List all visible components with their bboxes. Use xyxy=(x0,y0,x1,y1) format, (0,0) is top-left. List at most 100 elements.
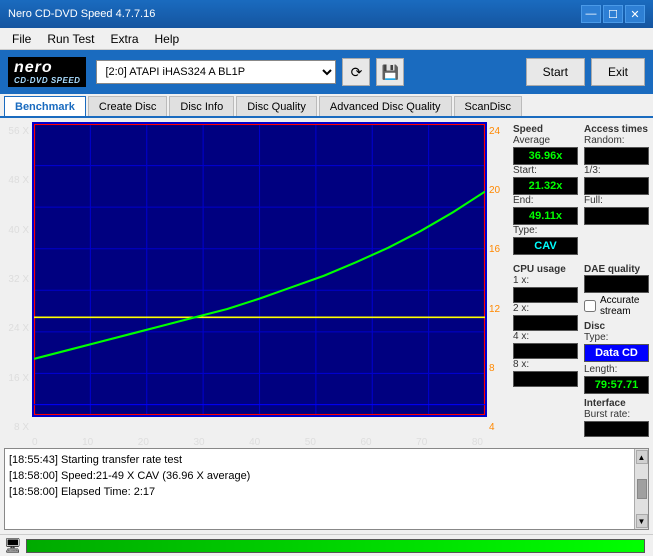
tab-scan-disc[interactable]: ScanDisc xyxy=(454,96,522,116)
speed-title: Speed xyxy=(513,124,578,135)
save-button[interactable]: 💾 xyxy=(376,58,404,86)
accurate-stream-checkbox[interactable] xyxy=(584,300,596,312)
access-full-label: Full: xyxy=(584,195,649,206)
speed-start-value: 21.32x xyxy=(513,177,578,195)
title-bar: Nero CD-DVD Speed 4.7.7.16 — ☐ ✕ xyxy=(0,0,653,28)
x-label-40: 40 xyxy=(249,437,260,448)
dae-title: DAE quality xyxy=(584,264,649,275)
toolbar: nero CD·DVD SPEED [2:0] ATAPI iHAS324 A … xyxy=(0,50,653,94)
drive-selector[interactable]: [2:0] ATAPI iHAS324 A BL1P xyxy=(96,60,336,84)
progress-bar-fill xyxy=(27,540,644,552)
x-label-80: 80 xyxy=(472,437,483,448)
speed-average-value: 36.96x xyxy=(513,147,578,165)
speed-type-label: Type: xyxy=(513,225,578,236)
scroll-thumb[interactable] xyxy=(637,479,647,499)
log-line-3: [18:58:00] Elapsed Time: 2:17 xyxy=(9,484,630,500)
accurate-stream-row: Accurate stream xyxy=(584,295,649,317)
speed-average-label: Average xyxy=(513,135,578,146)
tab-disc-quality[interactable]: Disc Quality xyxy=(236,96,317,116)
y-right-24: 24 xyxy=(487,126,505,137)
nero-logo-text: nero xyxy=(14,59,80,77)
disc-type-label: Type: xyxy=(584,332,649,343)
right-panel: Speed Average 36.96x Start: 21.32x End: … xyxy=(509,118,653,448)
cpu-4x-value xyxy=(513,343,578,359)
y-label-48: 48 X xyxy=(4,175,32,186)
cpu-2x-value xyxy=(513,315,578,331)
disc-length-label: Length: xyxy=(584,364,649,375)
y-right-8: 8 xyxy=(487,363,505,374)
access-random-value xyxy=(584,147,649,165)
x-label-70: 70 xyxy=(416,437,427,448)
status-icon: 🖥 xyxy=(4,537,22,554)
cpu-8x-label: 8 x: xyxy=(513,359,578,370)
tab-benchmark[interactable]: Benchmark xyxy=(4,96,86,116)
access-times-group: Access times Random: 1/3: Full: xyxy=(584,122,649,255)
log-content: [18:55:43] Starting transfer rate test [… xyxy=(5,449,634,529)
speed-end-value: 49.11x xyxy=(513,207,578,225)
y-right-4: 4 xyxy=(487,422,505,433)
x-label-30: 30 xyxy=(193,437,204,448)
chart-section: 56 X 48 X 40 X 32 X 24 X 16 X 8 X xyxy=(0,118,509,448)
chart-svg xyxy=(34,124,485,415)
y-right-20: 20 xyxy=(487,185,505,196)
scroll-up-arrow[interactable]: ▲ xyxy=(636,450,648,464)
nero-logo: nero CD·DVD SPEED xyxy=(8,57,86,88)
y-label-32: 32 X xyxy=(4,274,32,285)
minimize-button[interactable]: — xyxy=(581,5,601,23)
access-full-value xyxy=(584,207,649,225)
y-label-56: 56 X xyxy=(4,126,32,137)
scroll-down-arrow[interactable]: ▼ xyxy=(636,514,648,528)
log-scrollbar[interactable]: ▲ ▼ xyxy=(634,449,648,529)
log-line-2: [18:58:00] Speed:21-49 X CAV (36.96 X av… xyxy=(9,468,630,484)
speed-group: Speed Average 36.96x Start: 21.32x End: … xyxy=(513,122,578,255)
title-text: Nero CD-DVD Speed 4.7.7.16 xyxy=(8,8,155,20)
cpu-8x-value xyxy=(513,371,578,387)
y-label-16: 16 X xyxy=(4,373,32,384)
chart-with-labels: 56 X 48 X 40 X 32 X 24 X 16 X 8 X xyxy=(4,122,509,435)
y-label-8: 8 X xyxy=(4,422,32,433)
status-bar: 🖥 xyxy=(0,534,653,556)
menu-help[interactable]: Help xyxy=(147,30,188,48)
tab-disc-info[interactable]: Disc Info xyxy=(169,96,234,116)
y-label-40: 40 X xyxy=(4,225,32,236)
cpu-1x-value xyxy=(513,287,578,303)
x-label-0: 0 xyxy=(32,437,38,448)
disc-type-value: Data CD xyxy=(584,344,649,362)
disc-length-value: 79:57.71 xyxy=(584,376,649,394)
progress-bar-container xyxy=(26,539,645,553)
menu-run-test[interactable]: Run Test xyxy=(39,30,102,48)
cpu-dae-row: CPU usage 1 x: 2 x: 4 x: 8 x: DAE qualit… xyxy=(513,262,649,437)
menu-bar: File Run Test Extra Help xyxy=(0,28,653,50)
access-times-title: Access times xyxy=(584,124,649,135)
speed-end-label: End: xyxy=(513,195,578,206)
refresh-button[interactable]: ⟳ xyxy=(342,58,370,86)
window-controls: — ☐ ✕ xyxy=(581,5,645,23)
access-third-label: 1/3: xyxy=(584,165,649,176)
main-content: 56 X 48 X 40 X 32 X 24 X 16 X 8 X xyxy=(0,118,653,448)
cpu-2x-label: 2 x: xyxy=(513,303,578,314)
y-label-24: 24 X xyxy=(4,323,32,334)
maximize-button[interactable]: ☐ xyxy=(603,5,623,23)
y-right-16: 16 xyxy=(487,244,505,255)
exit-button[interactable]: Exit xyxy=(591,58,645,86)
x-label-20: 20 xyxy=(138,437,149,448)
menu-file[interactable]: File xyxy=(4,30,39,48)
dae-value xyxy=(584,275,649,293)
close-button[interactable]: ✕ xyxy=(625,5,645,23)
speed-type-value: CAV xyxy=(513,237,578,255)
y-right-12: 12 xyxy=(487,304,505,315)
menu-extra[interactable]: Extra xyxy=(102,30,146,48)
interface-title: Interface xyxy=(584,398,649,409)
tab-advanced-disc-quality[interactable]: Advanced Disc Quality xyxy=(319,96,452,116)
x-label-10: 10 xyxy=(82,437,93,448)
y-axis-left: 56 X 48 X 40 X 32 X 24 X 16 X 8 X xyxy=(4,122,32,435)
tab-create-disc[interactable]: Create Disc xyxy=(88,96,167,116)
log-line-1: [18:55:43] Starting transfer rate test xyxy=(9,452,630,468)
disc-title: Disc xyxy=(584,321,649,332)
cpu-title: CPU usage xyxy=(513,264,578,275)
cpu-1x-label: 1 x: xyxy=(513,275,578,286)
speed-start-label: Start: xyxy=(513,165,578,176)
start-button[interactable]: Start xyxy=(526,58,585,86)
burst-rate-label: Burst rate: xyxy=(584,409,649,420)
dae-disc-group: DAE quality Accurate stream Disc Type: D… xyxy=(584,262,649,437)
